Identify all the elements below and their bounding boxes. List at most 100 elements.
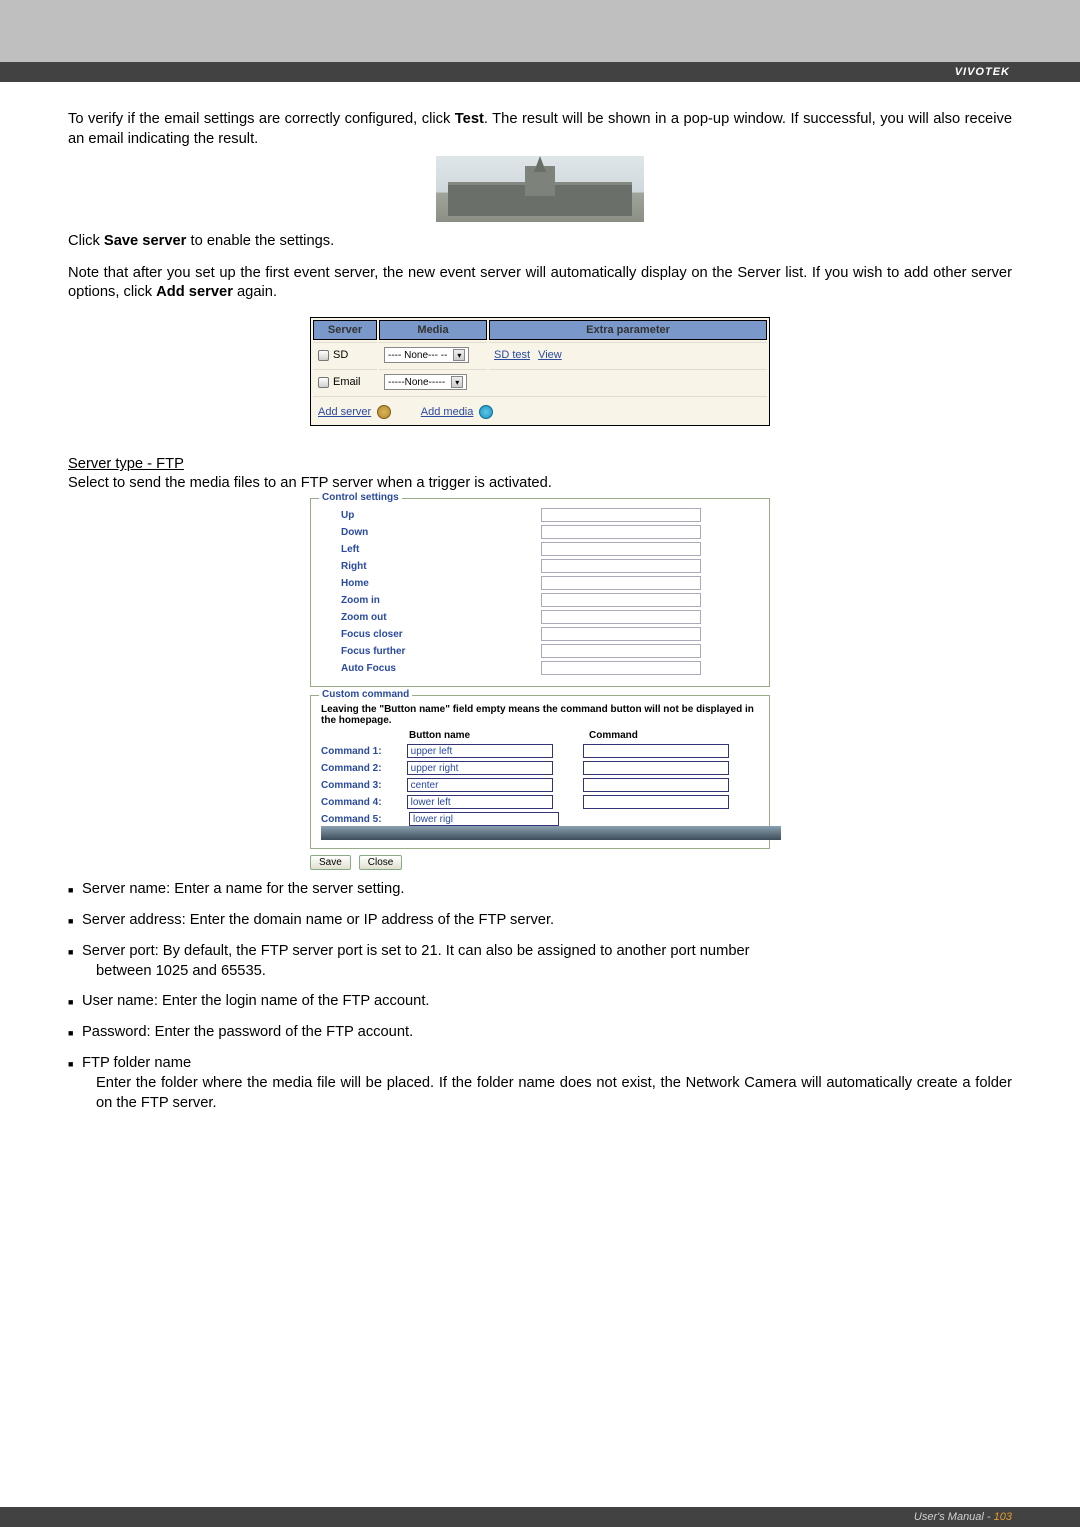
content-area: To verify if the email settings are corr…: [0, 82, 1080, 1114]
table-row: SD ---- None--- --▾ SD test View: [313, 342, 767, 367]
command-label: Command 1:: [321, 746, 407, 757]
media-select-sd[interactable]: ---- None--- --▾: [384, 347, 469, 363]
control-setting-input[interactable]: [541, 627, 701, 641]
col-media: Media: [379, 320, 487, 340]
command-input[interactable]: [583, 761, 729, 775]
footer-label: User's Manual - 103: [914, 1511, 1012, 1523]
control-setting-input[interactable]: [541, 610, 701, 624]
list-item: User name: Enter the login name of the F…: [68, 992, 1012, 1012]
add-media-link[interactable]: Add media: [421, 406, 474, 418]
chevron-down-icon: ▾: [453, 349, 465, 361]
command-label: Command 3:: [321, 780, 407, 791]
truncated-image-strip: [321, 826, 781, 840]
control-setting-input[interactable]: [541, 576, 701, 590]
settings-wrap: Control settings UpDownLeftRightHomeZoom…: [68, 498, 1012, 870]
control-setting-row: Down: [321, 525, 759, 539]
add-server-icon[interactable]: [377, 405, 391, 419]
add-server-link[interactable]: Add server: [318, 406, 371, 418]
control-setting-input[interactable]: [541, 542, 701, 556]
brand-label: VIVOTEK: [955, 66, 1010, 78]
col-extra: Extra parameter: [489, 320, 767, 340]
command-label: Command 4:: [321, 797, 407, 808]
paragraph-1: To verify if the email settings are corr…: [68, 110, 1012, 150]
command-input[interactable]: [583, 795, 729, 809]
control-setting-row: Zoom in: [321, 593, 759, 607]
table-row-addlinks: Add server Add media: [313, 396, 767, 423]
button-name-input[interactable]: [407, 778, 553, 792]
control-setting-row: Left: [321, 542, 759, 556]
server-table-wrap: Server Media Extra parameter SD ---- Non…: [68, 317, 1012, 426]
control-setting-row: Focus closer: [321, 627, 759, 641]
control-setting-row: Auto Focus: [321, 661, 759, 675]
ftp-heading: Server type - FTP: [68, 456, 1012, 472]
command-label: Command 2:: [321, 763, 407, 774]
server-table: Server Media Extra parameter SD ---- Non…: [310, 317, 770, 426]
view-link[interactable]: View: [538, 349, 562, 361]
paragraph-2: Click Save server to enable the settings…: [68, 232, 1012, 252]
dialog-button-row: Save Close: [310, 855, 770, 870]
control-settings-fieldset: Control settings UpDownLeftRightHomeZoom…: [310, 498, 770, 687]
save-button[interactable]: Save: [310, 855, 351, 870]
control-setting-input[interactable]: [541, 661, 701, 675]
custom-command-row: Command 3:: [321, 778, 759, 792]
button-name-input[interactable]: [409, 812, 559, 826]
button-name-input[interactable]: [407, 744, 553, 758]
custom-command-row: Command 1:: [321, 744, 759, 758]
control-setting-label: Home: [321, 578, 541, 589]
add-media-icon[interactable]: [479, 405, 493, 419]
chevron-down-icon: ▾: [451, 376, 463, 388]
media-select-email[interactable]: -----None-----▾: [384, 374, 467, 390]
row-name: SD: [333, 349, 348, 361]
command-input[interactable]: [583, 744, 729, 758]
col-server: Server: [313, 320, 377, 340]
control-setting-label: Up: [321, 510, 541, 521]
sample-photo: [68, 156, 1012, 222]
custom-command-row: Command 4:: [321, 795, 759, 809]
brand-bar: VIVOTEK: [0, 62, 1080, 82]
list-item: Password: Enter the password of the FTP …: [68, 1023, 1012, 1043]
spire-shape: [534, 156, 546, 172]
control-setting-label: Zoom out: [321, 612, 541, 623]
control-setting-label: Right: [321, 561, 541, 572]
list-item: FTP folder nameEnter the folder where th…: [68, 1054, 1012, 1114]
control-setting-label: Down: [321, 527, 541, 538]
list-item: Server port: By default, the FTP server …: [68, 942, 1012, 982]
row-name: Email: [333, 376, 361, 388]
checkbox-sd[interactable]: [318, 350, 329, 361]
custom-command-header: Button name Command: [321, 730, 759, 741]
control-setting-label: Focus further: [321, 646, 541, 657]
control-setting-row: Focus further: [321, 644, 759, 658]
ftp-bullets: Server name: Enter a name for the server…: [68, 880, 1012, 1114]
command-input[interactable]: [583, 778, 729, 792]
ftp-intro: Select to send the media files to an FTP…: [68, 474, 1012, 494]
control-setting-input[interactable]: [541, 508, 701, 522]
list-item: Server address: Enter the domain name or…: [68, 911, 1012, 931]
server-table-head: Server Media Extra parameter: [313, 320, 767, 340]
control-setting-input[interactable]: [541, 525, 701, 539]
footer-bar: User's Manual - 103: [0, 1507, 1080, 1527]
control-setting-label: Auto Focus: [321, 663, 541, 674]
control-setting-row: Home: [321, 576, 759, 590]
control-setting-label: Focus closer: [321, 629, 541, 640]
control-setting-row: Up: [321, 508, 759, 522]
control-setting-row: Right: [321, 559, 759, 573]
page: VIVOTEK To verify if the email settings …: [0, 0, 1080, 1527]
control-setting-input[interactable]: [541, 559, 701, 573]
control-setting-row: Zoom out: [321, 610, 759, 624]
control-setting-input[interactable]: [541, 593, 701, 607]
custom-command-row: Command 5:: [321, 812, 759, 826]
sd-test-link[interactable]: SD test: [494, 349, 530, 361]
custom-command-note: Leaving the "Button name" field empty me…: [321, 704, 759, 726]
control-settings-legend: Control settings: [319, 492, 402, 503]
custom-command-fieldset: Custom command Leaving the "Button name"…: [310, 695, 770, 849]
button-name-input[interactable]: [407, 761, 553, 775]
button-name-input[interactable]: [407, 795, 553, 809]
table-row: Email -----None-----▾: [313, 369, 767, 394]
sample-photo-image: [436, 156, 644, 222]
command-label: Command 5:: [321, 814, 409, 825]
paragraph-3: Note that after you set up the first eve…: [68, 264, 1012, 304]
close-button[interactable]: Close: [359, 855, 403, 870]
checkbox-email[interactable]: [318, 377, 329, 388]
control-setting-label: Left: [321, 544, 541, 555]
control-setting-input[interactable]: [541, 644, 701, 658]
